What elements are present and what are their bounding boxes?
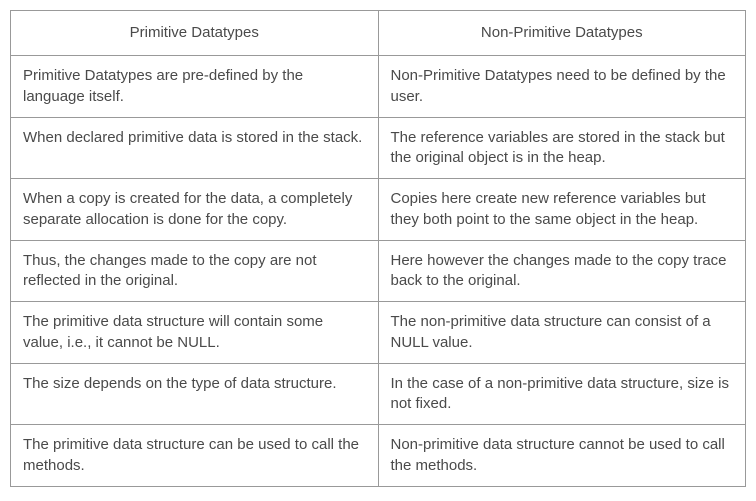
cell-primitive: When declared primitive data is stored i… — [11, 117, 379, 179]
header-primitive: Primitive Datatypes — [11, 11, 379, 56]
cell-primitive: The primitive data structure will contai… — [11, 302, 379, 364]
cell-non-primitive: In the case of a non-primitive data stru… — [378, 363, 746, 425]
header-non-primitive: Non-Primitive Datatypes — [378, 11, 746, 56]
table-row: The size depends on the type of data str… — [11, 363, 746, 425]
table-row: Primitive Datatypes are pre-defined by t… — [11, 56, 746, 118]
cell-non-primitive: The non-primitive data structure can con… — [378, 302, 746, 364]
header-row: Primitive Datatypes Non-Primitive Dataty… — [11, 11, 746, 56]
cell-primitive: The size depends on the type of data str… — [11, 363, 379, 425]
cell-non-primitive: Here however the changes made to the cop… — [378, 240, 746, 302]
cell-non-primitive: Copies here create new reference variabl… — [378, 179, 746, 241]
table-row: When declared primitive data is stored i… — [11, 117, 746, 179]
table-row: The primitive data structure will contai… — [11, 302, 746, 364]
cell-primitive: The primitive data structure can be used… — [11, 425, 379, 487]
table-row: When a copy is created for the data, a c… — [11, 179, 746, 241]
cell-primitive: When a copy is created for the data, a c… — [11, 179, 379, 241]
table-row: Thus, the changes made to the copy are n… — [11, 240, 746, 302]
cell-primitive: Primitive Datatypes are pre-defined by t… — [11, 56, 379, 118]
cell-non-primitive: The reference variables are stored in th… — [378, 117, 746, 179]
table-row: The primitive data structure can be used… — [11, 425, 746, 487]
comparison-table: Primitive Datatypes Non-Primitive Dataty… — [10, 10, 746, 487]
cell-primitive: Thus, the changes made to the copy are n… — [11, 240, 379, 302]
cell-non-primitive: Non-Primitive Datatypes need to be defin… — [378, 56, 746, 118]
cell-non-primitive: Non-primitive data structure cannot be u… — [378, 425, 746, 487]
